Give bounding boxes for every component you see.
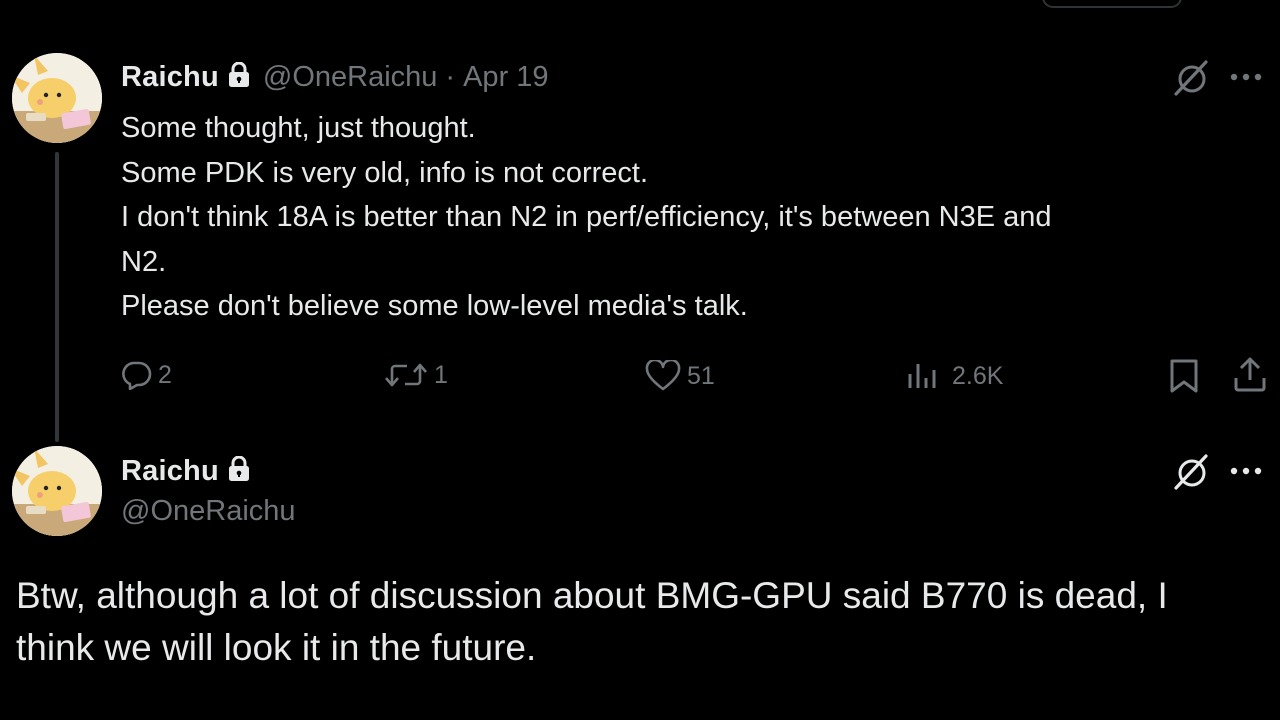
author-handle[interactable]: @OneRaichu xyxy=(263,61,438,94)
tweet-text-line: Btw, although a lot of discussion about … xyxy=(16,575,1168,616)
share-icon[interactable] xyxy=(1232,356,1268,399)
reply-count: 2 xyxy=(158,360,172,389)
top-pill-button[interactable] xyxy=(1042,0,1182,8)
author-handle[interactable]: @OneRaichu xyxy=(121,495,296,528)
tweet-date[interactable]: Apr 19 xyxy=(463,61,548,94)
reply-icon xyxy=(122,361,152,390)
more-icon[interactable] xyxy=(1228,70,1268,88)
thread-line xyxy=(55,152,59,442)
tweet-header: Raichu xyxy=(121,452,263,490)
tweet-text-line: Please don't believe some low-level medi… xyxy=(121,290,748,322)
like-button[interactable]: 51 xyxy=(645,360,715,392)
tweet-text: Btw, although a lot of discussion about … xyxy=(16,570,1266,674)
raichu-avatar-image xyxy=(12,446,102,536)
heart-icon xyxy=(645,360,681,391)
view-count: 2.6K xyxy=(952,361,1004,390)
repost-icon xyxy=(385,363,427,387)
tweet-text-line: N2. xyxy=(121,245,167,278)
more-icon[interactable] xyxy=(1228,464,1268,482)
author-name[interactable]: Raichu xyxy=(121,61,219,94)
tweet-text-line: Some PDK is very old, info is not correc… xyxy=(121,156,649,189)
separator-dot: · xyxy=(445,60,456,93)
avatar[interactable] xyxy=(12,53,102,143)
reply-button[interactable]: 2 xyxy=(120,360,172,390)
views-button[interactable]: 2.6K xyxy=(906,360,1003,392)
tweet-text-line: Some thought, just thought. xyxy=(121,112,476,144)
grok-icon[interactable] xyxy=(1172,452,1212,497)
avatar[interactable] xyxy=(12,446,102,536)
tweet-text: Some thought, just thought. Some PDK is … xyxy=(121,106,1261,329)
timeline: Raichu @OneRaichu · Apr 19 Some thought,… xyxy=(0,0,1280,720)
repost-count: 1 xyxy=(434,360,448,389)
like-count: 51 xyxy=(687,361,715,390)
author-name[interactable]: Raichu xyxy=(121,455,219,488)
repost-button[interactable]: 1 xyxy=(384,360,448,390)
views-icon xyxy=(908,364,936,388)
raichu-avatar-image xyxy=(12,53,102,143)
grok-icon[interactable] xyxy=(1172,58,1212,103)
tweet-text-line: think we will look it in the future. xyxy=(16,627,537,668)
lock-icon xyxy=(227,455,251,487)
bookmark-icon[interactable] xyxy=(1168,358,1200,399)
tweet-header: Raichu @OneRaichu · Apr 19 xyxy=(121,58,549,96)
tweet-text-line: I don't think 18A is better than N2 in p… xyxy=(121,201,1052,233)
lock-icon xyxy=(227,61,251,93)
